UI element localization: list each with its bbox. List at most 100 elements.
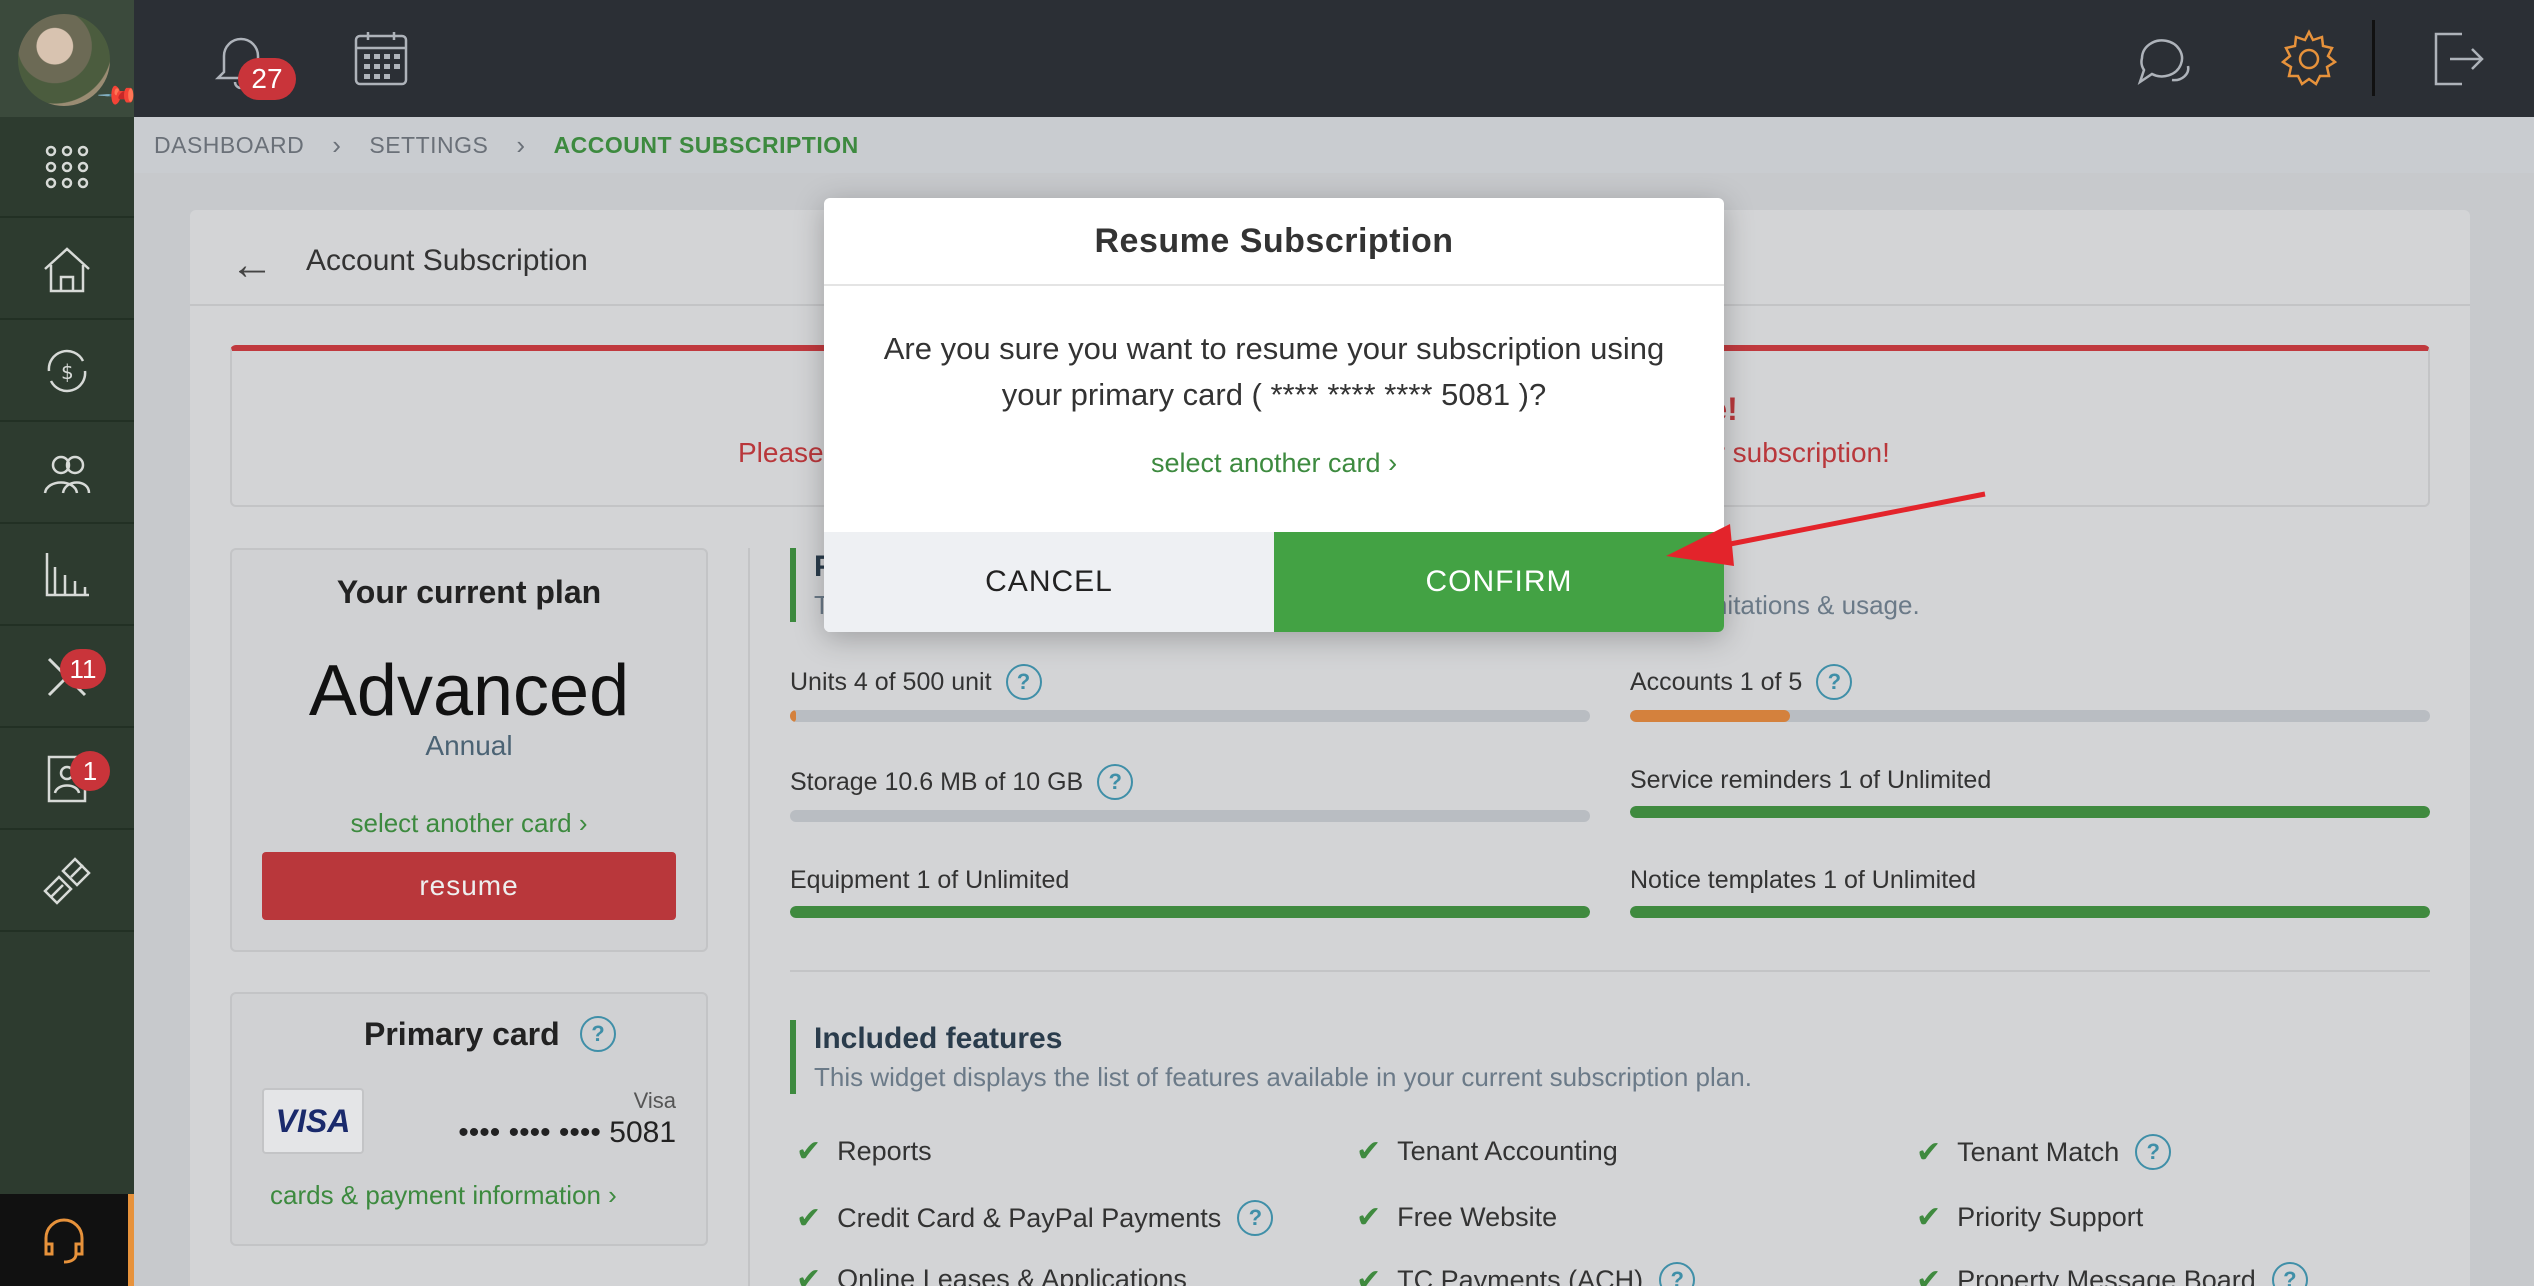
help-icon[interactable]: ? bbox=[1097, 764, 1134, 800]
check-icon: ✔ bbox=[796, 1135, 822, 1168]
usage-accounts-fill bbox=[1630, 710, 1790, 722]
bar-chart-icon bbox=[45, 552, 89, 596]
feature-item: ✔ Tenant Accounting bbox=[1356, 1134, 1618, 1169]
feature-item: ✔ Credit Card & PayPal Payments ? bbox=[796, 1200, 1274, 1236]
help-icon[interactable]: ? bbox=[2135, 1134, 2172, 1170]
help-icon[interactable]: ? bbox=[1816, 664, 1853, 700]
usage-desc-right: imitations & usage. bbox=[1700, 590, 1920, 620]
usage-accounts-label: Accounts 1 of 5 bbox=[1630, 667, 1803, 696]
sidebar-item-applications[interactable]: 1 bbox=[0, 729, 134, 830]
features-accent bbox=[790, 1020, 796, 1094]
gear-icon[interactable] bbox=[2278, 28, 2340, 90]
section-divider bbox=[790, 970, 2430, 972]
svg-text:$: $ bbox=[61, 360, 74, 384]
usage-service-reminders: Service reminders 1 of Unlimited bbox=[1630, 766, 1991, 795]
help-icon[interactable]: ? bbox=[1005, 664, 1042, 700]
usage-units-fill bbox=[790, 710, 796, 722]
sidebar-item-apps[interactable] bbox=[0, 117, 134, 218]
usage-units-bar bbox=[790, 710, 1590, 722]
feature-label: Tenant Accounting bbox=[1397, 1136, 1618, 1166]
sidebar-item-maintenance[interactable]: 11 bbox=[0, 627, 134, 728]
section-accent bbox=[790, 548, 796, 622]
usage-accounts-bar bbox=[1630, 710, 2430, 722]
resume-button[interactable]: resume bbox=[262, 852, 676, 920]
check-icon: ✔ bbox=[796, 1263, 822, 1286]
features-title: Included features bbox=[814, 1022, 1063, 1055]
page-title: Account Subscription bbox=[306, 244, 588, 277]
sidebar-item-payments[interactable]: $ bbox=[0, 321, 134, 422]
check-icon: ✔ bbox=[1916, 1135, 1942, 1169]
breadcrumb: DASHBOARD › SETTINGS › ACCOUNT SUBSCRIPT… bbox=[134, 117, 2534, 173]
check-icon: ✔ bbox=[1356, 1263, 1382, 1286]
check-icon: ✔ bbox=[1916, 1263, 1942, 1286]
cancel-button[interactable]: CANCEL bbox=[824, 532, 1274, 632]
feature-label: Online Leases & Applications bbox=[837, 1264, 1187, 1286]
breadcrumb-settings[interactable]: SETTINGS bbox=[369, 132, 488, 159]
house-icon bbox=[44, 246, 90, 292]
breadcrumb-dashboard[interactable]: DASHBOARD bbox=[154, 132, 304, 159]
usage-accounts: Accounts 1 of 5 ? bbox=[1630, 664, 1853, 700]
chevron-right-icon: › bbox=[332, 129, 342, 160]
primary-card-box: Primary card ? VISA Visa •••• •••• •••• … bbox=[230, 992, 708, 1246]
logout-icon[interactable] bbox=[2426, 28, 2488, 90]
topbar: 27 bbox=[134, 0, 2534, 117]
card-number: •••• •••• •••• 5081 bbox=[458, 1116, 676, 1149]
avatar-area[interactable]: 📌 bbox=[0, 0, 141, 117]
help-icon[interactable]: ? bbox=[580, 1016, 616, 1052]
feature-item: ✔ TC Payments (ACH) ? bbox=[1356, 1262, 1696, 1286]
select-another-card-link[interactable]: select another card › bbox=[232, 808, 706, 839]
usage-equipment-bar bbox=[790, 906, 1590, 918]
notifications-badge: 27 bbox=[238, 58, 296, 100]
sidebar-item-reports[interactable] bbox=[0, 525, 134, 626]
usage-service-reminders-label: Service reminders 1 of Unlimited bbox=[1630, 766, 1992, 794]
avatar[interactable] bbox=[18, 14, 110, 106]
topbar-divider bbox=[2372, 20, 2375, 96]
sidebar-item-integrations[interactable] bbox=[0, 831, 134, 932]
alert-text-right: ur subscription! bbox=[1700, 437, 1890, 468]
modal-select-another-card-link[interactable]: select another card › bbox=[824, 448, 1724, 479]
sidebar-item-properties[interactable] bbox=[0, 219, 134, 320]
help-icon[interactable]: ? bbox=[2271, 1262, 2308, 1286]
card-brand: Visa bbox=[633, 1088, 676, 1113]
breadcrumb-account-subscription: ACCOUNT SUBSCRIPTION bbox=[553, 131, 859, 158]
feature-label: TC Payments (ACH) bbox=[1397, 1264, 1644, 1286]
chat-icon[interactable] bbox=[2132, 28, 2194, 90]
usage-notice-templates-label: Notice templates 1 of Unlimited bbox=[1630, 866, 1976, 894]
grid-icon bbox=[45, 145, 89, 188]
feature-label: Reports bbox=[837, 1136, 932, 1166]
modal-title: Resume Subscription bbox=[824, 198, 1724, 286]
headset-icon bbox=[44, 1218, 84, 1264]
plan-heading: Your current plan bbox=[336, 574, 602, 610]
visa-logo: VISA bbox=[262, 1088, 364, 1154]
usage-units-label: Units 4 of 500 unit bbox=[790, 667, 992, 696]
help-icon[interactable]: ? bbox=[1659, 1262, 1696, 1286]
confirm-button[interactable]: CONFIRM bbox=[1274, 532, 1724, 632]
link-icon bbox=[43, 856, 91, 905]
annotation-arrow-icon bbox=[1666, 491, 1986, 566]
calendar-icon[interactable] bbox=[350, 28, 412, 90]
plan-period: Annual bbox=[425, 730, 513, 761]
money-cycle-icon: $ bbox=[47, 349, 87, 392]
sidebar-item-people[interactable] bbox=[0, 423, 134, 524]
applications-badge: 1 bbox=[70, 751, 110, 791]
back-arrow-icon[interactable]: ← bbox=[230, 240, 274, 290]
check-icon: ✔ bbox=[1356, 1135, 1382, 1168]
feature-item: ✔ Tenant Match ? bbox=[1916, 1134, 2172, 1170]
column-divider bbox=[748, 548, 750, 1286]
usage-notice-templates: Notice templates 1 of Unlimited bbox=[1630, 866, 1976, 895]
plan-name: Advanced bbox=[308, 651, 630, 731]
feature-label: Priority Support bbox=[1957, 1202, 2144, 1232]
usage-equipment-fill bbox=[790, 906, 1590, 918]
usage-units: Units 4 of 500 unit ? bbox=[790, 664, 1042, 700]
usage-storage-bar bbox=[790, 810, 1590, 822]
support-button[interactable] bbox=[0, 1194, 134, 1286]
check-icon: ✔ bbox=[1356, 1201, 1382, 1234]
feature-item: ✔ Reports bbox=[796, 1134, 932, 1169]
primary-card-heading: Primary card bbox=[364, 1016, 560, 1052]
check-icon: ✔ bbox=[1916, 1201, 1942, 1234]
alert-text-left: Please bbox=[738, 437, 824, 468]
cards-payment-info-link[interactable]: cards & payment information › bbox=[270, 1180, 617, 1211]
help-icon[interactable]: ? bbox=[1237, 1200, 1274, 1236]
feature-item: ✔ Priority Support bbox=[1916, 1200, 2143, 1235]
maintenance-badge: 11 bbox=[60, 649, 106, 689]
